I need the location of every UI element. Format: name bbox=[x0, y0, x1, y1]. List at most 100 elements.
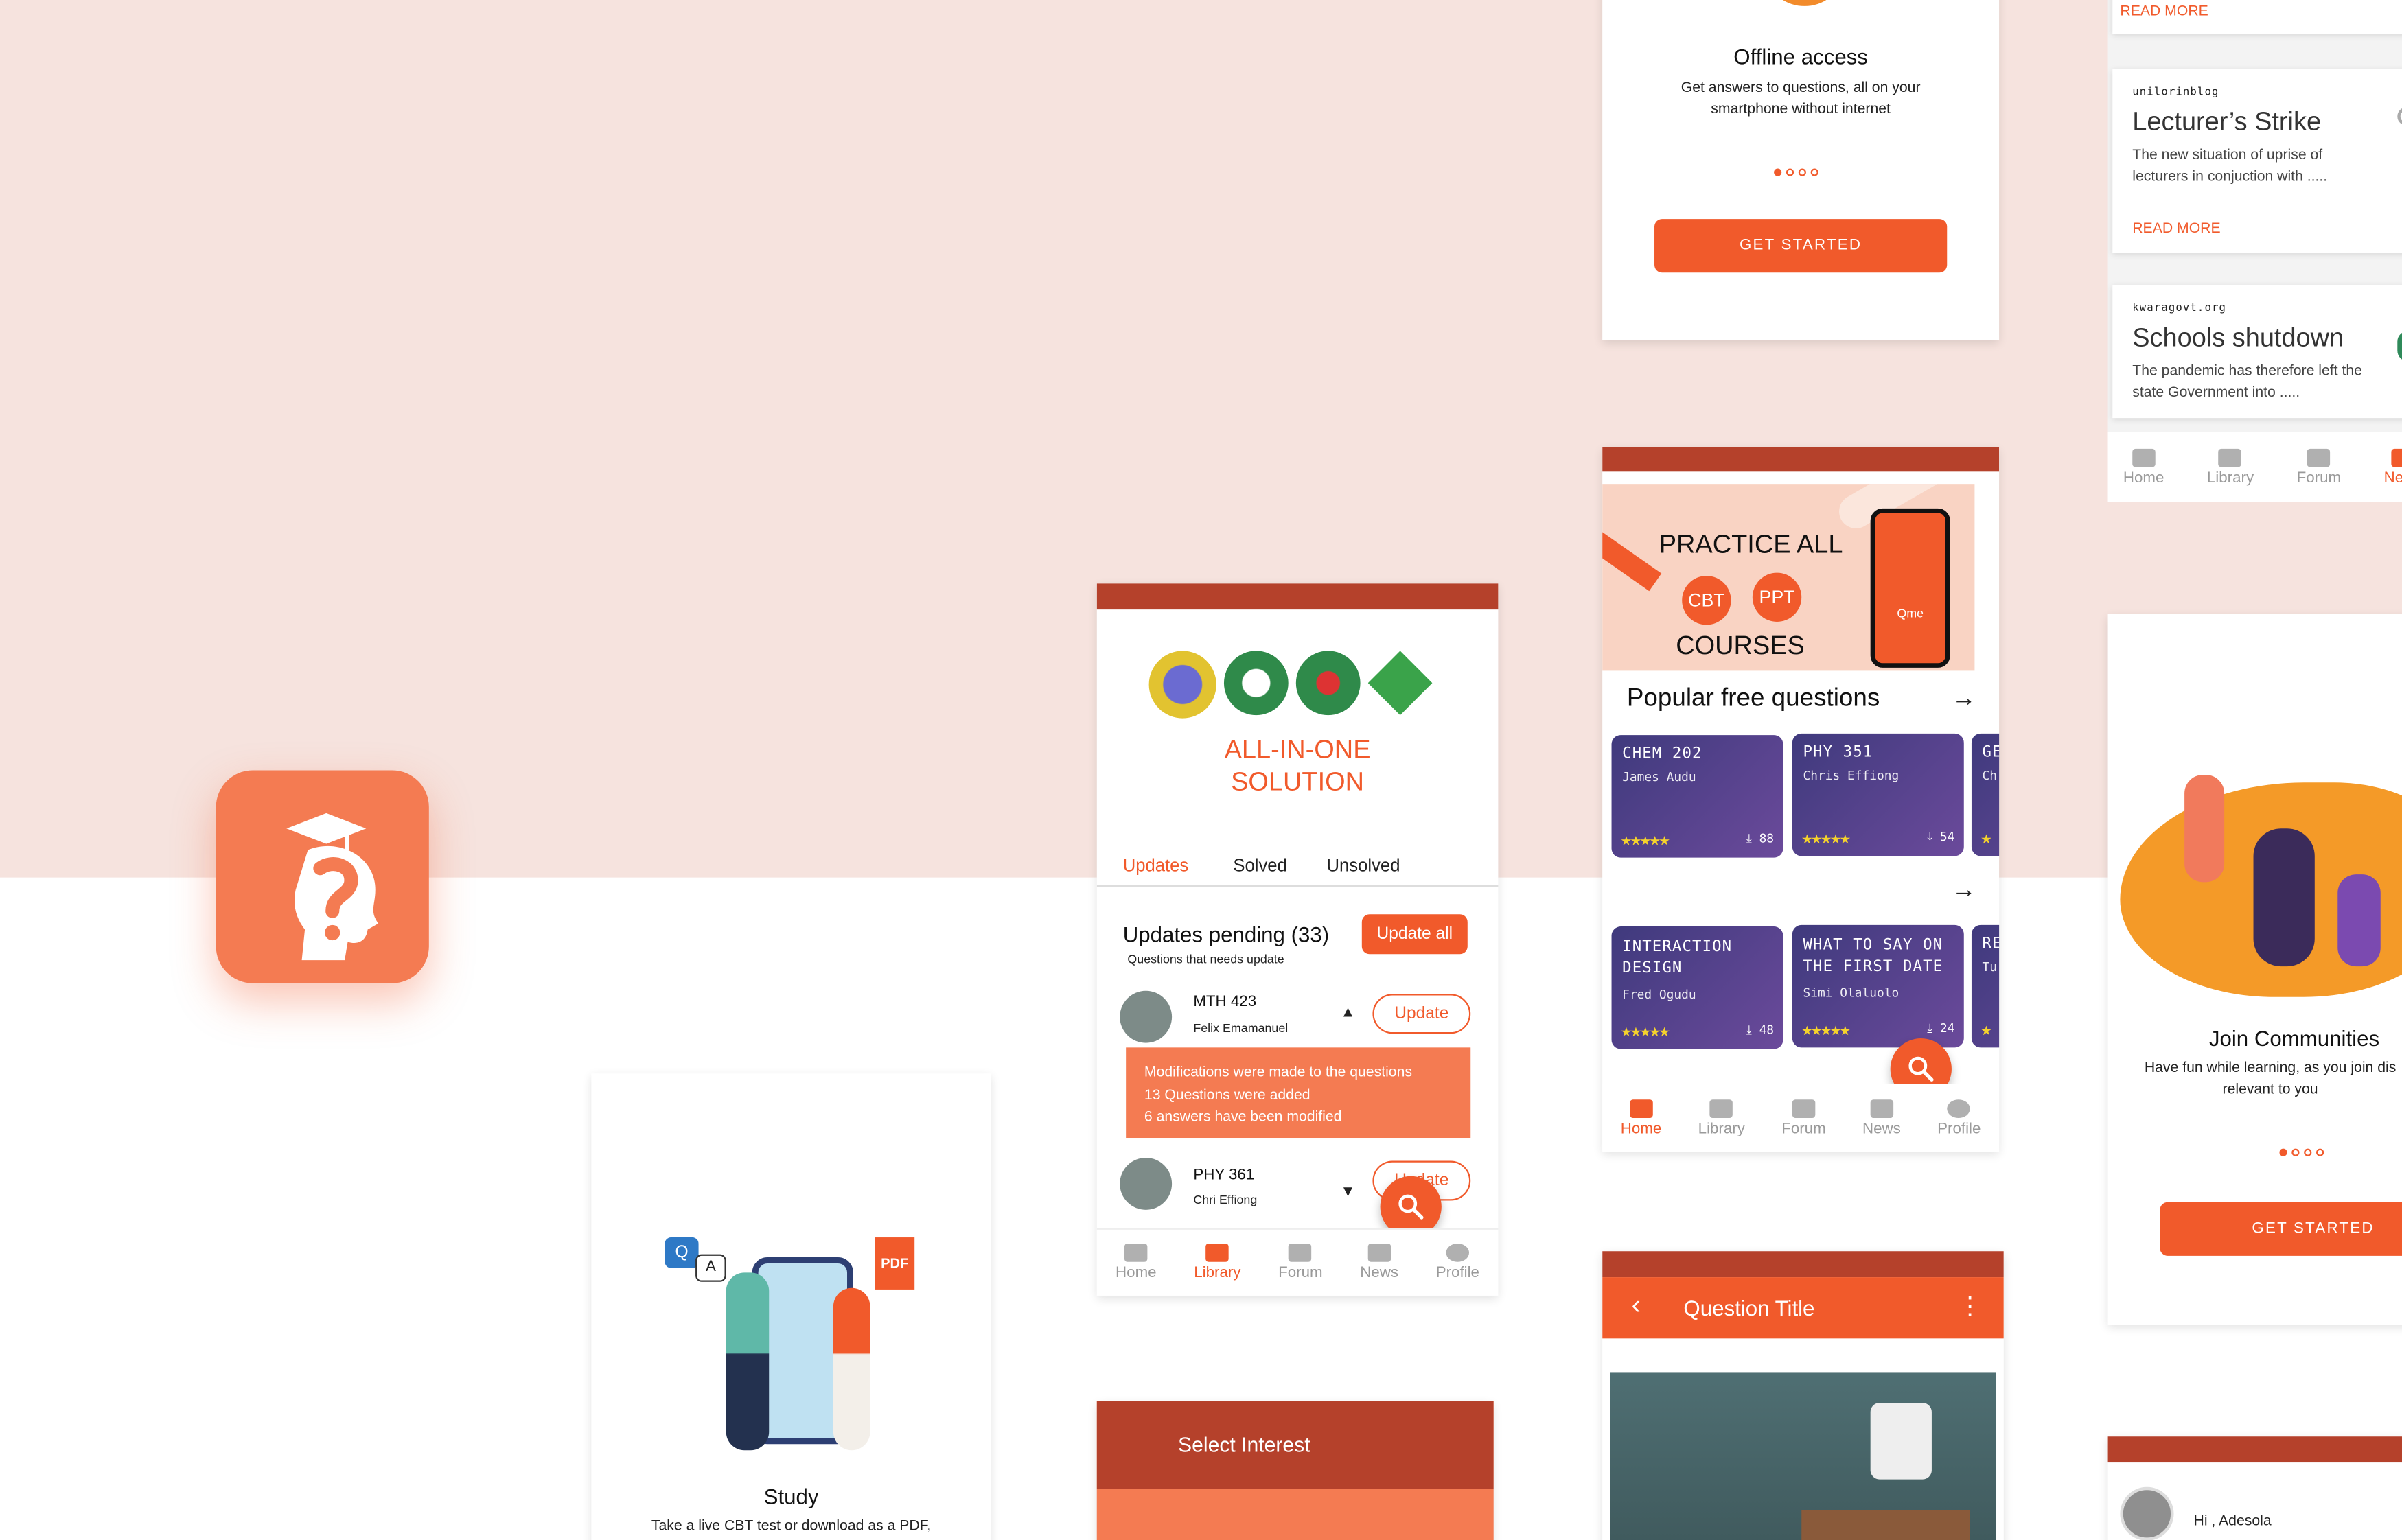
profile-icon bbox=[1446, 1243, 1470, 1262]
course-author: Chri Effiong bbox=[1193, 1193, 1258, 1207]
news-icon bbox=[2391, 447, 2402, 467]
news-screen: READ MORE unilorinblog Lecturer’s Strike… bbox=[2107, 0, 2402, 502]
bottom-nav: Home Library Forum News Profile bbox=[1602, 1084, 2000, 1152]
course-code: PHY 361 bbox=[1193, 1167, 1255, 1184]
banner-title-line2: SOLUTION bbox=[1231, 767, 1365, 797]
news-thumb bbox=[2397, 331, 2402, 362]
nav-news[interactable]: News bbox=[1862, 1099, 1901, 1137]
news-item[interactable]: kwaragovt.org Schools shutdown The pande… bbox=[2112, 285, 2402, 419]
back-icon[interactable]: ‹ bbox=[1632, 1290, 1641, 1322]
home-screen: PRACTICE ALL CBT PPT COURSES Qme Popular… bbox=[1602, 447, 2000, 1152]
nav-library[interactable]: Library bbox=[2207, 447, 2254, 487]
illustration-top-edge bbox=[1770, 0, 1838, 6]
question-card[interactable]: GECh ★ bbox=[1971, 733, 2000, 856]
forum-icon bbox=[2307, 447, 2331, 467]
news-item-previous: READ MORE bbox=[2112, 0, 2402, 34]
download-count: ⤓ 88 bbox=[1746, 831, 1775, 845]
pdf-icon: PDF bbox=[875, 1237, 915, 1290]
download-count: ⤓ 54 bbox=[1927, 830, 1955, 844]
news-title: Schools shutdown bbox=[2132, 323, 2344, 353]
profile-screen: Hi , Adesola bbox=[2107, 1436, 2402, 1540]
question-card[interactable]: WHAT TO SAY ON THE FIRST DATE Simi Olaluo… bbox=[1792, 924, 1964, 1048]
question-card[interactable]: RETu ★ bbox=[1971, 924, 2000, 1048]
news-icon bbox=[1367, 1243, 1391, 1262]
search-icon bbox=[1908, 1056, 1934, 1082]
nav-library[interactable]: Library bbox=[1698, 1099, 1745, 1137]
nav-forum[interactable]: Forum bbox=[1278, 1243, 1323, 1282]
nav-home[interactable]: Home bbox=[1621, 1099, 1661, 1137]
qa-bubble-icon: A bbox=[695, 1254, 726, 1282]
nav-forum[interactable]: Forum bbox=[1781, 1099, 1826, 1137]
pending-subtitle: Questions that needs update bbox=[1127, 952, 1284, 967]
tab-solved[interactable]: Solved bbox=[1233, 858, 1286, 876]
nav-profile[interactable]: Profile bbox=[1937, 1099, 1981, 1137]
onboard-title: Offline access bbox=[1733, 44, 1868, 69]
nav-news[interactable]: News bbox=[2384, 447, 2402, 487]
institution-logo bbox=[1367, 651, 1433, 716]
library-icon bbox=[2219, 447, 2242, 467]
chevron-down-icon[interactable]: ▼ bbox=[1341, 1184, 1356, 1201]
question-card[interactable]: INTERACTION DESIGN Fred Ogudu ★★★★★ ⤓ 48 bbox=[1611, 926, 1783, 1049]
person-figure bbox=[833, 1287, 870, 1451]
avatar bbox=[1120, 1158, 1173, 1210]
pending-title: Updates pending (33) bbox=[1122, 922, 1330, 947]
book-stack bbox=[1801, 1510, 1970, 1540]
phone-illustration: Qme bbox=[1870, 508, 1950, 668]
nav-news[interactable]: News bbox=[1360, 1243, 1398, 1282]
forum-icon bbox=[1792, 1099, 1816, 1117]
update-button[interactable]: Update bbox=[1372, 994, 1471, 1034]
chevron-up-icon[interactable]: ▲ bbox=[1341, 1005, 1356, 1022]
tab-updates[interactable]: Updates bbox=[1123, 858, 1189, 876]
course-code: MTH 423 bbox=[1193, 994, 1257, 1011]
read-more-link[interactable]: READ MORE bbox=[2120, 3, 2208, 20]
onboarding-join-screen: Join Communities Have fun while learning… bbox=[2107, 614, 2402, 1325]
read-more-link[interactable]: READ MORE bbox=[2132, 220, 2220, 237]
question-image bbox=[1610, 1372, 1996, 1540]
tab-unsolved[interactable]: Unsolved bbox=[1326, 858, 1400, 876]
update-all-button[interactable]: Update all bbox=[1361, 914, 1468, 955]
avatar bbox=[2120, 1486, 2174, 1540]
person-figure bbox=[2337, 874, 2381, 967]
more-vert-icon[interactable]: ⋮ bbox=[1958, 1291, 1983, 1322]
header-bar: Select Interest bbox=[1096, 1401, 1494, 1489]
nav-home[interactable]: Home bbox=[1116, 1243, 1157, 1282]
pencil-cup bbox=[1870, 1403, 1932, 1480]
onboarding-study-screen: Q A PDF Study Take a live CBT test or do… bbox=[591, 1073, 991, 1540]
get-started-button[interactable]: GET STARTED bbox=[2160, 1202, 2402, 1256]
download-count: ⤓ 48 bbox=[1746, 1023, 1775, 1037]
bottom-nav: Home Library Forum News bbox=[2107, 432, 2402, 502]
qa-bubble-icon: Q bbox=[665, 1237, 699, 1268]
practice-banner: PRACTICE ALL CBT PPT COURSES Qme bbox=[1602, 484, 1975, 671]
question-card[interactable]: PHY 351 Chris Effiong ★★★★★ ⤓ 54 bbox=[1792, 733, 1964, 856]
nav-forum[interactable]: Forum bbox=[2297, 447, 2341, 487]
news-title: Lecturer’s Strike bbox=[2132, 107, 2322, 137]
question-card[interactable]: CHEM 202 James Audu ★★★★★ ⤓ 88 bbox=[1611, 735, 1783, 858]
search-icon bbox=[1398, 1194, 1424, 1220]
join-body: Have fun while learning, as you join dis… bbox=[2144, 1060, 2397, 1098]
question-screen: ‹ Question Title ⋮ bbox=[1602, 1251, 2004, 1540]
app-bar: ‹ Question Title ⋮ bbox=[1602, 1277, 2004, 1339]
arrow-right-icon[interactable]: → bbox=[1952, 878, 1976, 905]
banner-title-top: PRACTICE ALL bbox=[1659, 530, 1843, 559]
screen-title: Question Title bbox=[1683, 1295, 1815, 1320]
study-body: Take a live CBT test or download as a PD… bbox=[651, 1517, 932, 1535]
status-bar bbox=[1602, 1251, 2004, 1278]
library-screen: ALL-IN-ONE SOLUTION Updates Solved Unsol… bbox=[1096, 583, 1499, 1296]
forum-icon bbox=[1289, 1243, 1313, 1262]
update-notice: Modifications were made to the questions… bbox=[1126, 1047, 1471, 1139]
badge-ppt: PPT bbox=[1752, 572, 1802, 622]
banner-stripe bbox=[1602, 520, 1662, 592]
news-icon bbox=[1870, 1099, 1893, 1117]
news-item[interactable]: unilorinblog Lecturer’s Strike The new s… bbox=[2112, 69, 2402, 253]
nav-profile[interactable]: Profile bbox=[1436, 1243, 1479, 1282]
nav-library[interactable]: Library bbox=[1194, 1243, 1240, 1282]
logo-strip bbox=[1148, 651, 1433, 719]
banner-title-line1: ALL-IN-ONE bbox=[1224, 735, 1371, 765]
list-item: MTH 423 Felix Emamanuel ▲ Update bbox=[1120, 990, 1472, 1046]
arrow-right-icon[interactable]: → bbox=[1952, 686, 1976, 714]
get-started-button[interactable]: GET STARTED bbox=[1654, 219, 1948, 273]
library-icon bbox=[1205, 1243, 1229, 1262]
status-bar bbox=[1096, 583, 1499, 610]
phone-logo-label: Qme bbox=[1897, 606, 1924, 620]
nav-home[interactable]: Home bbox=[2123, 447, 2164, 487]
